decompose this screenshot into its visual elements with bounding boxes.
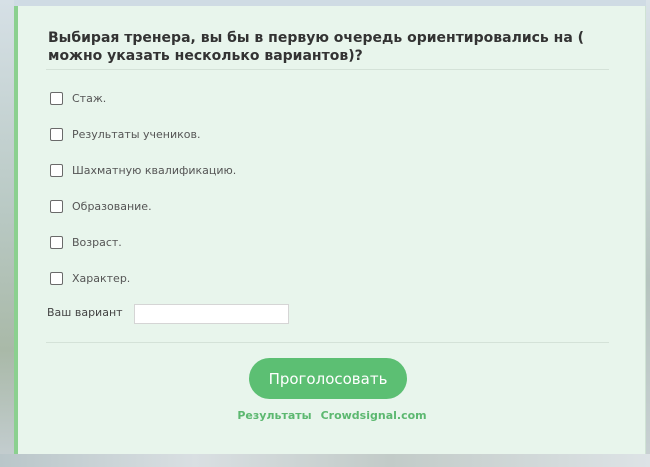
answer-option-1[interactable]: Стаж. (50, 90, 106, 106)
background-bottom-edge (0, 454, 650, 467)
answer-label-4: Образование. (72, 199, 152, 213)
answer-checkbox-2[interactable] (50, 127, 63, 141)
answer-option-5[interactable]: Возраст. (50, 234, 122, 250)
vote-button[interactable]: Проголосовать (249, 358, 407, 399)
poll-footer: Результаты Crowdsignal.com (18, 409, 646, 422)
background-left-edge (0, 0, 14, 467)
background-right-edge (646, 0, 650, 467)
answer-checkbox-5[interactable] (50, 235, 63, 249)
crowdsignal-link[interactable]: Crowdsignal.com (321, 409, 427, 422)
answer-checkbox-1[interactable] (50, 91, 63, 105)
answer-option-4[interactable]: Образование. (50, 198, 152, 214)
answer-label-1: Стаж. (72, 91, 107, 105)
answer-option-6[interactable]: Характер. (50, 270, 130, 286)
poll-widget: Выбирая тренера, вы бы в первую очередь … (14, 6, 646, 454)
answer-option-2[interactable]: Результаты учеников. (50, 126, 200, 142)
divider-top (46, 69, 609, 70)
divider-bottom (46, 342, 609, 343)
answer-label-2: Результаты учеников. (72, 127, 201, 141)
answer-checkbox-3[interactable] (50, 163, 63, 177)
answer-checkbox-6[interactable] (50, 271, 63, 285)
results-link[interactable]: Результаты (237, 409, 311, 422)
answer-label-5: Возраст. (72, 235, 122, 249)
answer-label-3: Шахматную квалификацию. (72, 163, 237, 177)
answer-option-3[interactable]: Шахматную квалификацию. (50, 162, 236, 178)
other-answer-input[interactable] (134, 304, 289, 324)
poll-question: Выбирая тренера, вы бы в первую очередь … (48, 30, 585, 64)
answer-label-6: Характер. (72, 271, 131, 285)
answer-checkbox-4[interactable] (50, 199, 63, 213)
other-answer-label: Ваш вариант (47, 306, 123, 319)
